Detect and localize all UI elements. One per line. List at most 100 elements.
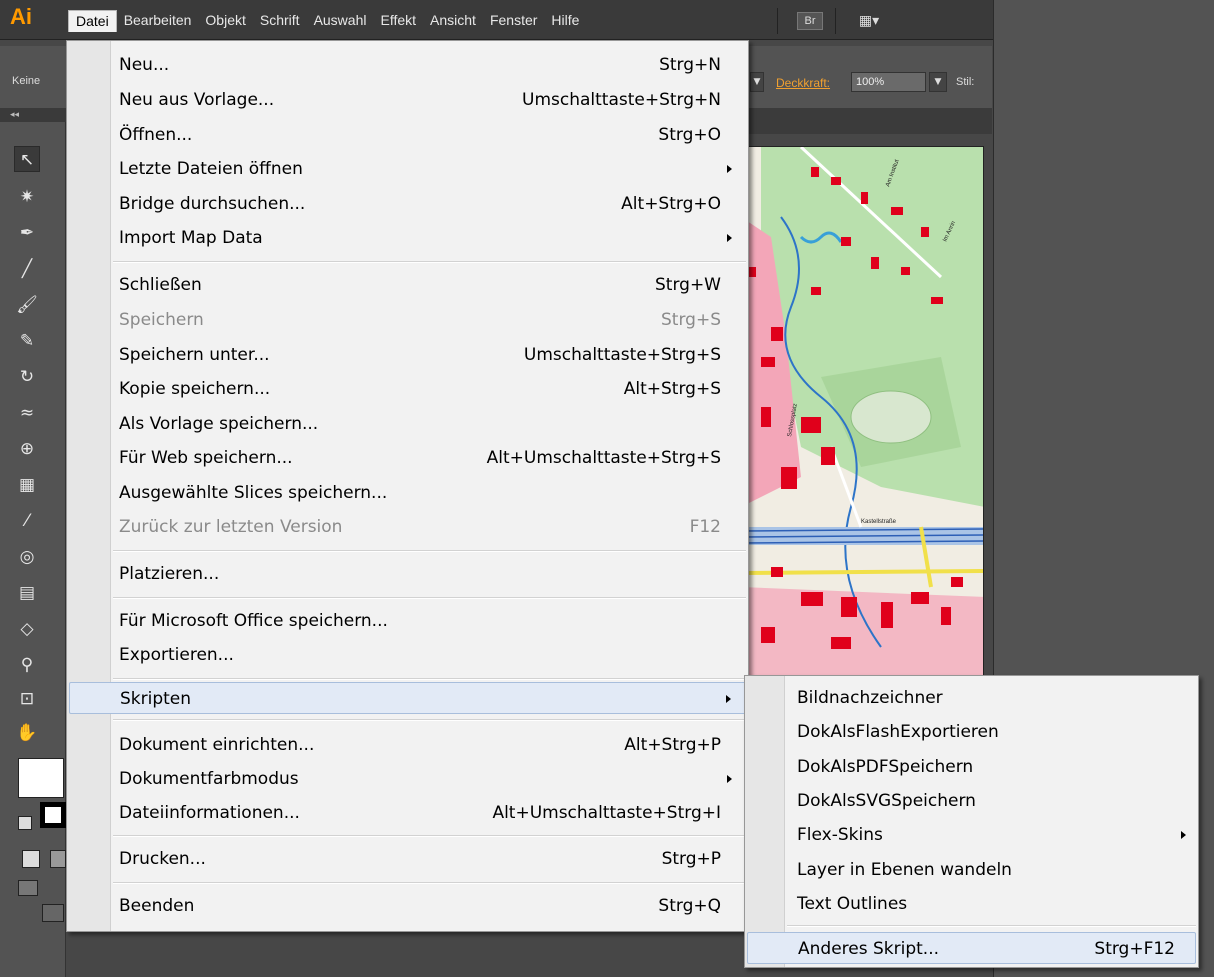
menu-item-shortcut: Alt+Strg+P bbox=[624, 735, 721, 755]
menu-item-label: Letzte Dateien öffnen bbox=[119, 159, 303, 179]
submenu-item-dokalssvgspeichern[interactable]: DokAlsSVGSpeichern bbox=[747, 785, 1196, 817]
menu-item-shortcut: Strg+N bbox=[659, 55, 721, 75]
menu-item-speichern: Speichern Strg+S bbox=[69, 304, 746, 336]
collapse-icon[interactable]: ◂◂ bbox=[0, 108, 66, 122]
submenu-item-flex-skins[interactable]: Flex-Skins bbox=[747, 819, 1196, 851]
menu-separator bbox=[113, 678, 746, 680]
slice-tool-icon[interactable]: ◇ bbox=[14, 616, 40, 642]
hand-tool-icon[interactable]: ✋ bbox=[14, 720, 40, 746]
brush-tool-icon[interactable]: 🖌 bbox=[14, 292, 40, 318]
menu-item-import-map-data[interactable]: Import Map Data bbox=[69, 222, 746, 254]
menu-item-label: Für Web speichern... bbox=[119, 448, 293, 468]
blob-brush-icon[interactable]: ✎ bbox=[14, 328, 40, 354]
default-colors-icon[interactable] bbox=[18, 816, 32, 830]
submenu-arrow-icon bbox=[727, 234, 732, 242]
menu-item-label: DokAlsFlashExportieren bbox=[797, 722, 999, 742]
bridge-button[interactable]: Br bbox=[797, 12, 823, 30]
menu-separator bbox=[113, 835, 746, 837]
menu-hilfe[interactable]: Hilfe bbox=[544, 10, 586, 32]
selection-tool-icon[interactable]: ↖ bbox=[14, 146, 40, 172]
menu-item-bridge-durchsuchen[interactable]: Bridge durchsuchen... Alt+Strg+O bbox=[69, 188, 746, 220]
eyedropper-icon[interactable]: ⁄ bbox=[14, 508, 40, 534]
arrange-documents-icon[interactable]: ▦▾ bbox=[851, 12, 887, 30]
menu-datei[interactable]: Datei bbox=[68, 10, 117, 32]
menu-item-shortcut: Strg+P bbox=[661, 849, 721, 869]
menu-item-dokument-einrichten[interactable]: Dokument einrichten... Alt+Strg+P bbox=[69, 729, 746, 761]
submenu-arrow-icon bbox=[727, 775, 732, 783]
menu-item-platzieren[interactable]: Platzieren... bbox=[69, 558, 746, 590]
menu-item-label: Neu aus Vorlage... bbox=[119, 90, 275, 110]
menu-item-fuer-web-speichern[interactable]: Für Web speichern... Alt+Umschalttaste+St… bbox=[69, 442, 746, 474]
menu-item-shortcut: Strg+Q bbox=[658, 896, 721, 916]
submenu-item-anderes-skript[interactable]: Anderes Skript... Strg+F12 bbox=[747, 932, 1196, 964]
draw-mode-icon[interactable] bbox=[18, 880, 38, 896]
rotate-tool-icon[interactable]: ↻ bbox=[14, 364, 40, 390]
menu-item-drucken[interactable]: Drucken... Strg+P bbox=[69, 843, 746, 875]
shape-builder-icon[interactable]: ⊕ bbox=[14, 436, 40, 462]
artboard-tool-icon[interactable]: ⊡ bbox=[14, 686, 40, 712]
gradient-mode-icon[interactable] bbox=[50, 850, 66, 868]
skripten-submenu: Bildnachzeichner DokAlsFlashExportieren … bbox=[744, 675, 1199, 968]
menu-item-label: Bridge durchsuchen... bbox=[119, 194, 306, 214]
menu-item-kopie-speichern[interactable]: Kopie speichern... Alt+Strg+S bbox=[69, 373, 746, 405]
chevron-down-icon[interactable]: ▼ bbox=[929, 72, 947, 92]
menu-item-zurueck-letzte-version: Zurück zur letzten Version F12 bbox=[69, 511, 746, 543]
menu-item-neu-aus-vorlage[interactable]: Neu aus Vorlage... Umschalttaste+Strg+N bbox=[69, 84, 746, 116]
menu-item-shortcut: Strg+S bbox=[661, 310, 721, 330]
opacity-input[interactable]: 100% bbox=[851, 72, 926, 92]
menu-item-als-vorlage-speichern[interactable]: Als Vorlage speichern... bbox=[69, 408, 746, 440]
menu-auswahl[interactable]: Auswahl bbox=[307, 10, 374, 32]
submenu-item-layer-in-ebenen[interactable]: Layer in Ebenen wandeln bbox=[747, 854, 1196, 886]
menu-item-letzte-dateien[interactable]: Letzte Dateien öffnen bbox=[69, 153, 746, 185]
screen-mode-icon[interactable] bbox=[42, 904, 64, 922]
line-tool-icon[interactable]: ╱ bbox=[14, 256, 40, 282]
menu-item-label: Als Vorlage speichern... bbox=[119, 414, 319, 434]
menu-item-label: Öffnen... bbox=[119, 125, 193, 145]
menu-objekt[interactable]: Objekt bbox=[198, 10, 252, 32]
submenu-arrow-icon bbox=[1181, 831, 1186, 839]
magic-wand-icon[interactable]: ✷ bbox=[14, 184, 40, 210]
opacity-label[interactable]: Deckkraft: bbox=[776, 76, 830, 90]
menu-item-neu[interactable]: Neu... Strg+N bbox=[69, 49, 746, 81]
chevron-down-icon[interactable]: ▼ bbox=[750, 72, 764, 92]
submenu-arrow-icon bbox=[727, 165, 732, 173]
menu-item-slices-speichern[interactable]: Ausgewählte Slices speichern... bbox=[69, 477, 746, 509]
submenu-item-dokalsflashexportieren[interactable]: DokAlsFlashExportieren bbox=[747, 716, 1196, 748]
menu-ansicht[interactable]: Ansicht bbox=[423, 10, 483, 32]
graph-tool-icon[interactable]: ▤ bbox=[14, 580, 40, 606]
app-logo: Ai bbox=[10, 4, 32, 29]
datei-menu: Neu... Strg+N Neu aus Vorlage... Umschaltt… bbox=[66, 40, 749, 932]
menu-effekt[interactable]: Effekt bbox=[373, 10, 423, 32]
menu-bearbeiten[interactable]: Bearbeiten bbox=[117, 10, 199, 32]
menu-item-label: Dateiinformationen... bbox=[119, 803, 300, 823]
fill-color-swatch[interactable] bbox=[18, 758, 64, 798]
submenu-item-dokalspdfspeichern[interactable]: DokAlsPDFSpeichern bbox=[747, 751, 1196, 783]
menu-item-microsoft-office[interactable]: Für Microsoft Office speichern... bbox=[69, 605, 746, 637]
menu-item-shortcut: Alt+Strg+O bbox=[621, 194, 721, 214]
mesh-tool-icon[interactable]: ▦ bbox=[14, 472, 40, 498]
style-label: Stil: bbox=[956, 76, 975, 88]
submenu-item-text-outlines[interactable]: Text Outlines bbox=[747, 888, 1196, 920]
menu-item-beenden[interactable]: Beenden Strg+Q bbox=[69, 890, 746, 922]
warp-tool-icon[interactable]: ≈ bbox=[14, 400, 40, 426]
stroke-color-swatch[interactable] bbox=[40, 802, 66, 828]
pen-tool-icon[interactable]: ✒ bbox=[14, 220, 40, 246]
menu-item-skripten[interactable]: Skripten bbox=[69, 682, 746, 714]
eraser-tool-icon[interactable]: ⚲ bbox=[14, 652, 40, 678]
color-mode-icon[interactable] bbox=[22, 850, 40, 868]
submenu-item-bildnachzeichner[interactable]: Bildnachzeichner bbox=[747, 682, 1196, 714]
menu-item-label: Neu... bbox=[119, 55, 170, 75]
menu-item-dateiinformationen[interactable]: Dateiinformationen... Alt+Umschalttaste+S… bbox=[69, 797, 746, 829]
menu-item-label: Speichern bbox=[119, 310, 204, 330]
symbol-sprayer-icon[interactable]: ◎ bbox=[14, 544, 40, 570]
menu-item-exportieren[interactable]: Exportieren... bbox=[69, 639, 746, 671]
menu-schrift[interactable]: Schrift bbox=[253, 10, 307, 32]
menu-item-shortcut: Strg+F12 bbox=[1094, 939, 1175, 959]
menu-separator bbox=[113, 719, 746, 721]
menu-item-schliessen[interactable]: Schließen Strg+W bbox=[69, 269, 746, 301]
menu-item-oeffnen[interactable]: Öffnen... Strg+O bbox=[69, 119, 746, 151]
menu-item-speichern-unter[interactable]: Speichern unter... Umschalttaste+Strg+S bbox=[69, 339, 746, 371]
menu-item-dokumentfarbmodus[interactable]: Dokumentfarbmodus bbox=[69, 763, 746, 795]
map-graphic: Am Institut Im Anrin Kastellstraße Schlo… bbox=[741, 147, 983, 675]
menu-fenster[interactable]: Fenster bbox=[483, 10, 544, 32]
